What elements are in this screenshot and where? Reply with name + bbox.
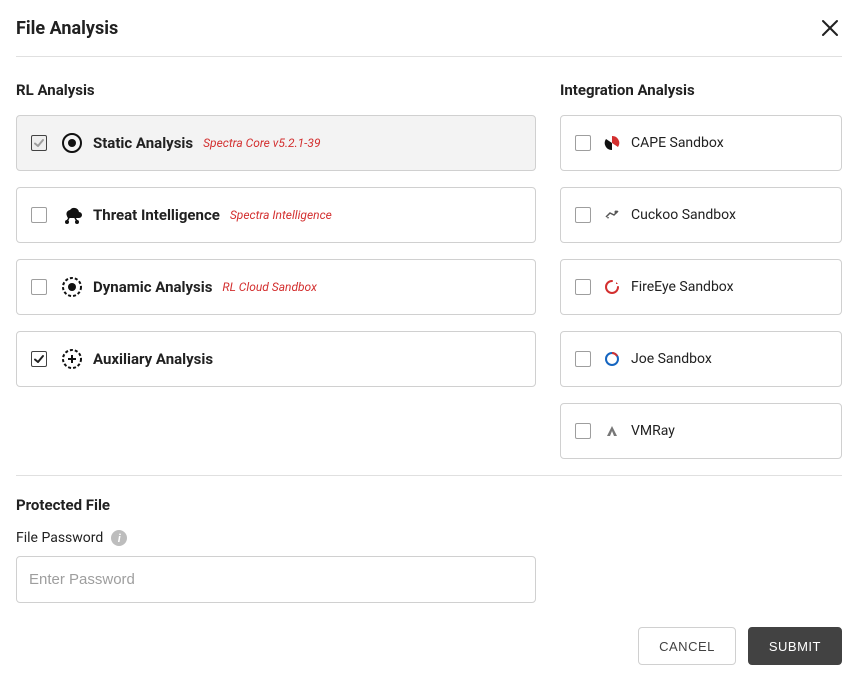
option-joe-sandbox[interactable]: Joe Sandbox — [560, 331, 842, 387]
rl-analysis-column: RL Analysis Static Analysis Spectra Core… — [16, 81, 536, 475]
option-dynamic-analysis[interactable]: Dynamic Analysis RL Cloud Sandbox — [16, 259, 536, 315]
checkbox-vmray[interactable] — [575, 423, 591, 439]
option-label: VMRay — [631, 423, 675, 439]
close-button[interactable] — [818, 16, 842, 40]
close-icon — [821, 19, 839, 37]
checkbox-fireeye-sandbox[interactable] — [575, 279, 591, 295]
option-auxiliary-analysis[interactable]: Auxiliary Analysis — [16, 331, 536, 387]
option-static-analysis[interactable]: Static Analysis Spectra Core v5.2.1-39 — [16, 115, 536, 171]
option-cape-sandbox[interactable]: CAPE Sandbox — [560, 115, 842, 171]
divider-bottom — [16, 475, 842, 476]
divider-top — [16, 56, 842, 57]
target-icon — [61, 132, 83, 154]
analysis-columns: RL Analysis Static Analysis Spectra Core… — [16, 81, 842, 475]
integration-analysis-heading: Integration Analysis — [560, 81, 842, 99]
option-subtitle: RL Cloud Sandbox — [222, 280, 316, 294]
file-analysis-modal: File Analysis RL Analysis — [0, 0, 858, 681]
dotted-target-icon — [61, 276, 83, 298]
protected-file-heading: Protected File — [16, 496, 842, 514]
cloud-nodes-icon — [61, 204, 83, 226]
rl-analysis-heading: RL Analysis — [16, 81, 536, 99]
checkbox-cape-sandbox[interactable] — [575, 135, 591, 151]
modal-title: File Analysis — [16, 18, 118, 39]
option-label: CAPE Sandbox — [631, 135, 724, 151]
cape-icon — [603, 134, 621, 152]
info-icon[interactable]: i — [111, 530, 127, 546]
option-label: Static Analysis — [93, 134, 193, 152]
option-fireeye-sandbox[interactable]: FireEye Sandbox — [560, 259, 842, 315]
integration-analysis-column: Integration Analysis CAPE Sandbox — [560, 81, 842, 475]
option-subtitle: Spectra Core v5.2.1-39 — [203, 136, 320, 150]
option-label: Dynamic Analysis — [93, 278, 212, 296]
cuckoo-icon — [603, 206, 621, 224]
check-icon — [33, 353, 45, 365]
fireeye-icon — [603, 278, 621, 296]
modal-header: File Analysis — [16, 16, 842, 56]
submit-button[interactable]: SUBMIT — [748, 627, 842, 665]
option-subtitle: Spectra Intelligence — [230, 208, 332, 222]
check-icon — [33, 137, 45, 149]
protected-file-section: Protected File File Password i — [16, 496, 842, 603]
file-password-input[interactable] — [16, 556, 536, 603]
vmray-icon — [603, 422, 621, 440]
file-password-row: File Password i — [16, 530, 842, 546]
checkbox-threat-intelligence[interactable] — [31, 207, 47, 223]
option-label: Auxiliary Analysis — [93, 350, 213, 368]
cancel-button[interactable]: CANCEL — [638, 627, 736, 665]
checkbox-auxiliary-analysis[interactable] — [31, 351, 47, 367]
option-label: Threat Intelligence — [93, 206, 220, 224]
option-label: Joe Sandbox — [631, 351, 712, 367]
modal-footer: CANCEL SUBMIT — [16, 627, 842, 665]
checkbox-dynamic-analysis[interactable] — [31, 279, 47, 295]
checkbox-static-analysis[interactable] — [31, 135, 47, 151]
checkbox-cuckoo-sandbox[interactable] — [575, 207, 591, 223]
option-threat-intelligence[interactable]: Threat Intelligence Spectra Intelligence — [16, 187, 536, 243]
option-vmray[interactable]: VMRay — [560, 403, 842, 459]
option-label: Cuckoo Sandbox — [631, 207, 736, 223]
option-label: FireEye Sandbox — [631, 279, 734, 295]
checkbox-joe-sandbox[interactable] — [575, 351, 591, 367]
option-cuckoo-sandbox[interactable]: Cuckoo Sandbox — [560, 187, 842, 243]
file-password-label: File Password — [16, 530, 103, 546]
crosshair-plus-icon — [61, 348, 83, 370]
joe-icon — [603, 350, 621, 368]
